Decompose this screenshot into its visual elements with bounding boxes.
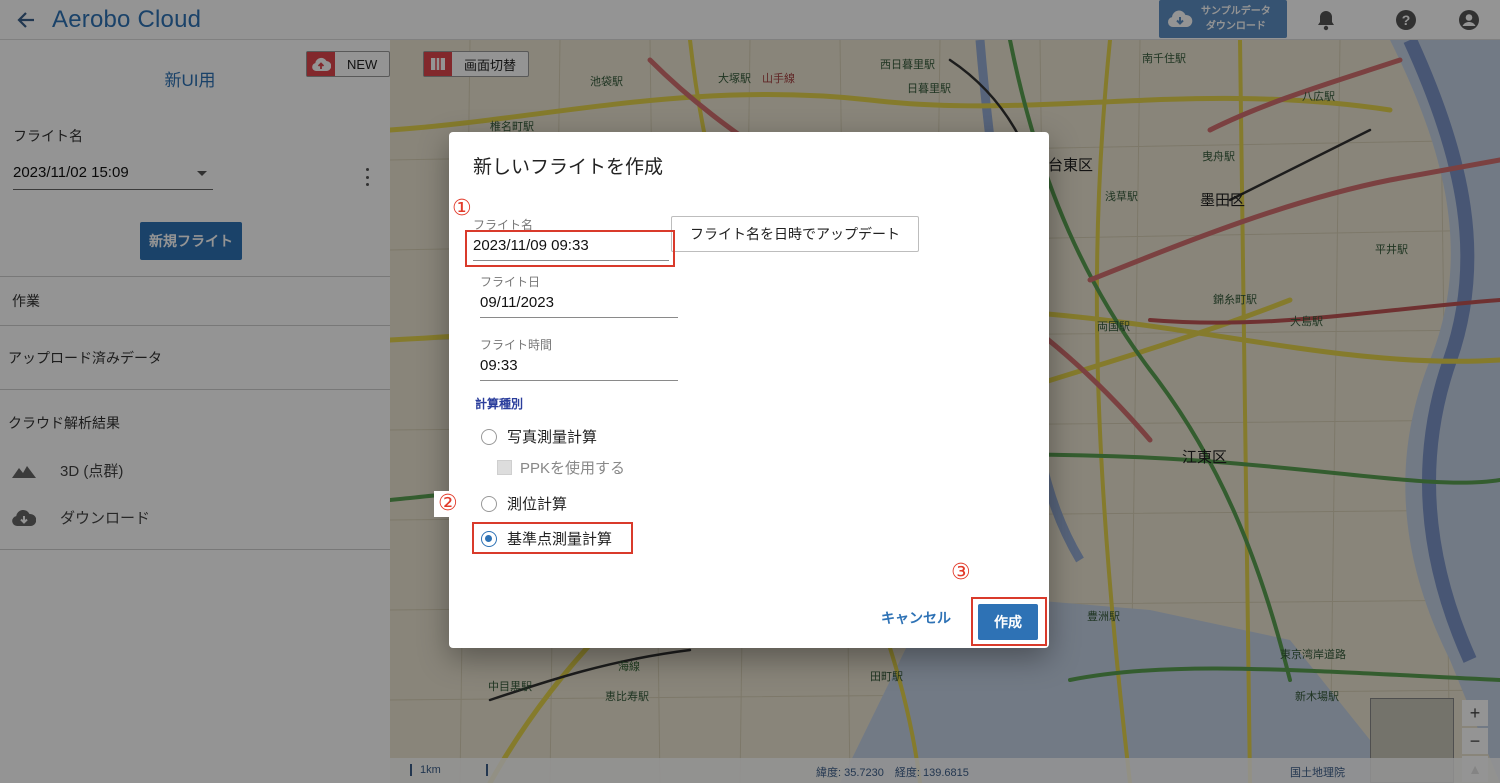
- radio-button[interactable]: [481, 428, 497, 445]
- checkbox[interactable]: [497, 460, 512, 475]
- flight-date-field[interactable]: フライト日 09/11/2023: [480, 273, 678, 318]
- radio-control-point-label: 基準点測量計算: [507, 531, 613, 548]
- flight-time-label: フライト時間: [480, 338, 553, 352]
- calc-type-label: 計算種別: [475, 397, 524, 411]
- checkbox-use-ppk-label: PPKを使用する: [520, 460, 626, 477]
- flight-name-field[interactable]: フライト名 2023/11/09 09:33: [473, 216, 669, 261]
- flight-time-input[interactable]: 09:33: [480, 357, 678, 381]
- create-button[interactable]: 作成: [978, 604, 1038, 640]
- annotation-step-3: ③: [951, 560, 971, 585]
- flight-time-field[interactable]: フライト時間 09:33: [480, 336, 678, 381]
- checkbox-use-ppk[interactable]: PPKを使用する: [497, 457, 625, 478]
- radio-control-point-survey[interactable]: 基準点測量計算: [481, 528, 612, 549]
- radio-photogrammetry-label: 写真測量計算: [507, 429, 598, 446]
- annotation-step-2: ②: [434, 491, 462, 517]
- dialog-title: 新しいフライトを作成: [473, 157, 664, 178]
- flight-date-input[interactable]: 09/11/2023: [480, 294, 678, 318]
- radio-button-selected[interactable]: [481, 530, 497, 547]
- flight-name-field-label: フライト名: [473, 218, 534, 232]
- flight-date-label: フライト日: [480, 275, 541, 289]
- radio-photogrammetry[interactable]: 写真測量計算: [481, 426, 597, 447]
- cancel-button[interactable]: キャンセル: [881, 608, 951, 628]
- radio-positioning-label: 測位計算: [507, 496, 568, 513]
- radio-positioning[interactable]: 測位計算: [481, 493, 567, 514]
- flight-name-input[interactable]: 2023/11/09 09:33: [473, 237, 669, 261]
- annotation-step-1: ①: [452, 196, 472, 221]
- update-name-by-datetime-button[interactable]: フライト名を日時でアップデート: [671, 216, 919, 252]
- radio-button[interactable]: [481, 495, 497, 512]
